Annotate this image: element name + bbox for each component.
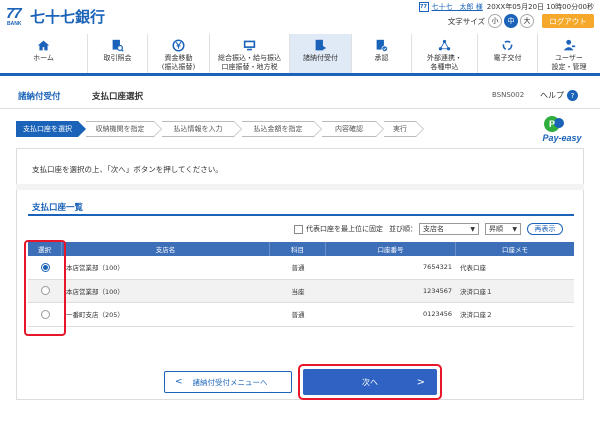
payment-icon	[315, 39, 327, 51]
home-icon	[37, 40, 50, 51]
nav-item-e-delivery[interactable]: 電子交付	[478, 34, 538, 73]
font-size-small-button[interactable]: 小	[488, 14, 502, 28]
nav-item-transactions[interactable]: 取引照会	[88, 34, 148, 73]
memo-cell: 代表口座	[460, 264, 486, 273]
type-cell: 普通	[291, 264, 305, 273]
monitor-icon	[243, 40, 256, 51]
number-cell: 1234567	[423, 286, 452, 295]
type-cell: 当座	[291, 287, 305, 296]
logout-button[interactable]: ログアウト	[542, 14, 594, 28]
back-to-menu-button[interactable]: < 諸納付受付メニューへ	[164, 371, 292, 393]
svg-text:Pay-easy: Pay-easy	[542, 133, 582, 143]
user-name-link[interactable]: 七十七 太郎 様	[432, 2, 483, 12]
type-cell: 普通	[291, 311, 305, 320]
step-enter-info: 払込情報を入力	[162, 121, 242, 137]
font-size-label: 文字サイズ	[447, 16, 485, 26]
step-specify-amount: 払込金額を指定	[242, 121, 322, 137]
link-icon	[438, 39, 451, 51]
header: 77 BANK 七十七銀行 77 七十七 太郎 様 20XX年05月20日 10…	[0, 0, 600, 34]
branch-cell: 一番町支店（205）	[66, 311, 124, 320]
section-underline	[28, 214, 574, 216]
chevron-down-icon: ▼	[512, 225, 517, 233]
table-header: 選択 支店名 科目 口座番号 口座メモ	[28, 242, 574, 256]
step-confirm: 内容確認	[322, 121, 384, 137]
logo-text: 七十七銀行	[30, 8, 106, 26]
header-branch: 支店名	[62, 242, 270, 256]
screen-code: BSNS002	[492, 91, 525, 99]
header-memo: 口座メモ	[502, 246, 528, 254]
yen-transfer-icon	[172, 39, 185, 52]
table-row[interactable]: 本店営業部（100） 当座 1234567 決済口座１	[28, 279, 574, 303]
logo-mark: 77 BANK	[6, 5, 22, 27]
sort-order-select[interactable]: 昇順 ▼	[485, 223, 521, 235]
user-settings-icon	[563, 39, 575, 51]
help-link[interactable]: ヘルプ ?	[540, 90, 578, 101]
branch-cell: 本店営業部（100）	[66, 287, 124, 296]
sync-icon	[502, 40, 513, 51]
svg-text:P: P	[549, 119, 555, 129]
sort-field-select[interactable]: 支店名 ▼	[419, 223, 479, 235]
header-number: 口座番号	[326, 242, 456, 256]
page-title: 支払口座選択	[92, 92, 144, 102]
font-size-large-button[interactable]: 大	[520, 14, 534, 28]
nav-item-approval[interactable]: 承認	[352, 34, 412, 73]
account-table: 選択 支店名 科目 口座番号 口座メモ 本店営業部（100） 普通 765432…	[28, 242, 574, 327]
number-cell: 0123456	[423, 310, 452, 319]
pin-primary-label: 代表口座を最上位に固定	[306, 225, 383, 233]
instruction-text: 支払口座を選択の上、「次へ」ボタンを押してください。	[32, 165, 223, 174]
login-time: 20XX年05月20日 10時00分00秒	[486, 3, 594, 11]
table-row[interactable]: 本店営業部（100） 普通 7654321 代表口座	[28, 256, 574, 280]
document-search-icon	[112, 39, 124, 52]
redisplay-button[interactable]: 再表示	[527, 223, 563, 235]
memo-cell: 決済口座１	[460, 287, 493, 296]
nav-item-bulk-transfer[interactable]: 総合振込・給与振込 口座振替・地方税	[210, 34, 290, 73]
step-execute: 実行	[384, 121, 424, 137]
chevron-down-icon: ▼	[470, 225, 475, 233]
select-column-highlight	[24, 240, 66, 336]
bank-logo[interactable]: 77 BANK 七十七銀行	[6, 5, 106, 28]
page-title-bar: 諸納付受付 支払口座選択 BSNS002 ヘルプ ?	[0, 81, 600, 109]
table-row[interactable]: 一番町支店（205） 普通 0123456 決済口座２	[28, 303, 574, 327]
help-icon: ?	[567, 90, 578, 101]
number-cell: 7654321	[423, 263, 452, 272]
global-nav: ホーム 取引照会 資金移動 (振込振替) 総合振込・給与振込 口座振替・地方税 …	[0, 34, 600, 76]
memo-cell: 決済口座２	[460, 311, 493, 320]
list-controls: 代表口座を最上位に固定 並び順： 支店名 ▼ 昇順 ▼ 再表示	[294, 223, 563, 235]
sort-label: 並び順：	[389, 225, 417, 233]
nav-item-fund-transfer[interactable]: 資金移動 (振込振替)	[148, 34, 210, 73]
page-category: 諸納付受付	[18, 92, 61, 102]
step-select-account: 支払口座を選択	[16, 121, 86, 137]
user-bank-icon: 77	[418, 2, 429, 12]
payeasy-logo: P Pay-easy	[542, 116, 583, 143]
user-info: 77 七十七 太郎 様 20XX年05月20日 10時00分00秒	[418, 2, 594, 12]
progress-steps: 支払口座を選択 収納機関を指定 払込情報を入力 払込金額を指定 内容確認 実行	[16, 121, 424, 137]
nav-item-home[interactable]: ホーム	[0, 34, 88, 73]
branch-cell: 本店営業部（100）	[66, 264, 124, 273]
next-button-highlight	[298, 364, 442, 400]
nav-item-user-settings[interactable]: ユーザー 設定・管理	[538, 34, 600, 73]
font-size-medium-button[interactable]: 中	[504, 14, 518, 28]
header-type: 科目	[270, 242, 326, 256]
approval-icon	[376, 39, 388, 52]
nav-item-external[interactable]: 外部連携・ 各種申込	[412, 34, 478, 73]
step-specify-agency: 収納機関を指定	[86, 121, 162, 137]
pin-primary-checkbox[interactable]	[294, 224, 303, 234]
font-size-control: 文字サイズ 小 中 大 ログアウト	[448, 14, 594, 28]
nav-item-payment[interactable]: 諸納付受付	[290, 34, 352, 73]
section-divider	[16, 184, 584, 190]
chevron-left-icon: <	[175, 377, 183, 387]
section-title: 支払口座一覧	[32, 203, 84, 213]
